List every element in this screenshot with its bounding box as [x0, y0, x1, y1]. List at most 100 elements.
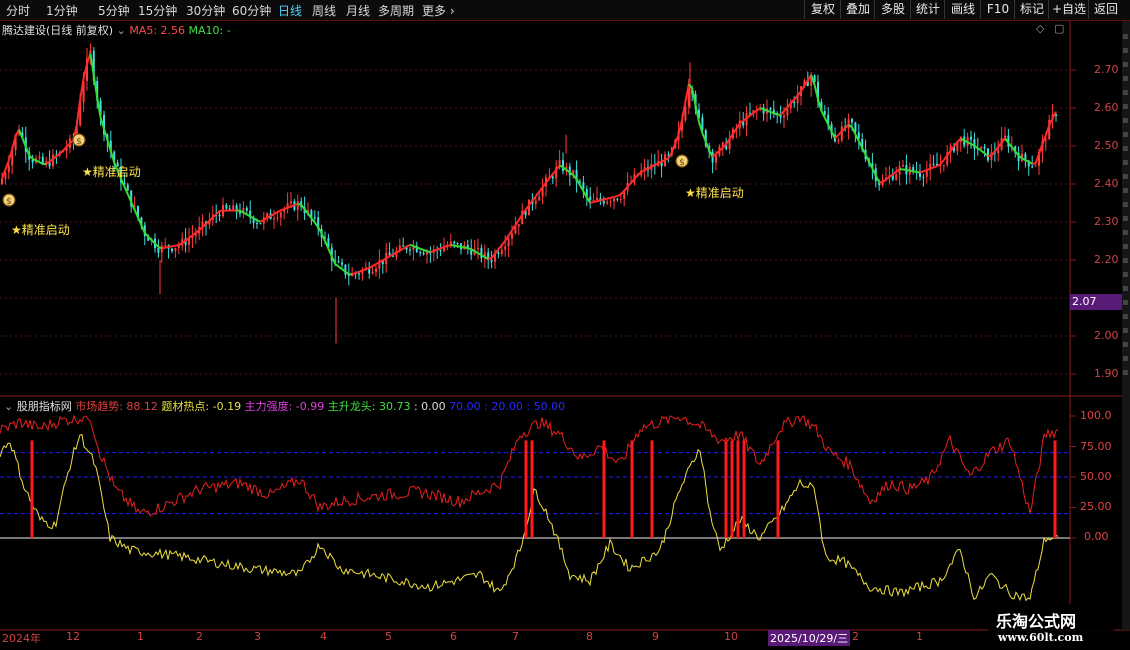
candle-body	[245, 207, 248, 211]
ma5-segment	[450, 243, 455, 247]
time-label: 3	[254, 630, 261, 643]
ma5-segment	[770, 111, 775, 115]
candle-body	[606, 201, 609, 204]
ma5-segment	[467, 247, 472, 251]
time-label: 2024年	[2, 632, 41, 645]
candle-body	[456, 242, 459, 244]
ma5-segment	[946, 150, 952, 157]
ma5-segment	[55, 152, 61, 158]
legend-zero: : 0.00	[413, 400, 446, 413]
signal-bar	[650, 440, 654, 538]
watermark-url: www.60lt.com	[998, 631, 1084, 644]
signal-bar	[724, 440, 728, 538]
signal-label: ★精准启动	[685, 186, 744, 200]
kline-chart[interactable]: $ $ $	[0, 0, 1130, 650]
time-label: 8	[586, 630, 593, 643]
indicator-tick: 0.00	[1084, 530, 1109, 543]
legend-leader: 主升龙头: 30.73	[327, 400, 411, 413]
ma5-segment	[242, 211, 248, 216]
ma5-segment	[447, 243, 452, 247]
indicator-tick: 100.0	[1080, 409, 1112, 422]
chevron-down-icon[interactable]: ⌄	[117, 24, 126, 37]
candle-body	[551, 176, 554, 179]
ma5-segment	[600, 198, 605, 202]
candle-body	[895, 174, 898, 180]
candle-body	[970, 136, 972, 140]
ma5-segment	[365, 266, 370, 271]
price-tick: 2.60	[1094, 101, 1119, 114]
ma5-segment	[337, 265, 343, 270]
price-tick: 2.70	[1094, 63, 1119, 76]
current-price-label: 2.07	[1072, 295, 1097, 308]
ma5-segment	[892, 170, 897, 176]
ma5-segment	[990, 150, 996, 157]
cursor-date: 2025/10/29/三	[768, 630, 851, 646]
signal-bar	[524, 440, 528, 538]
ma5-segment	[334, 263, 340, 268]
ma5-segment	[430, 250, 435, 254]
ma5-segment	[1014, 150, 1020, 157]
ma5-segment	[351, 272, 356, 276]
candle-body	[613, 198, 615, 202]
ma5-segment	[416, 246, 421, 250]
stock-title[interactable]: 腾达建设(日线 前复权)	[2, 24, 113, 37]
legend-strength: 主力强度: -0.99	[244, 400, 325, 413]
ma5-segment	[913, 170, 917, 173]
time-label: 10	[724, 630, 738, 643]
ma5-segment	[616, 193, 622, 197]
candle-body	[126, 184, 129, 191]
legend-50: : 50.00	[526, 400, 566, 413]
candle-body	[932, 163, 935, 165]
ma5-segment	[929, 166, 934, 170]
candle-body	[402, 245, 405, 247]
ma5-segment	[433, 248, 438, 252]
candle-body	[1031, 166, 1034, 168]
diamond-icon[interactable]: ◇	[1036, 22, 1044, 35]
indicator-name[interactable]: 股朋指标网	[17, 400, 72, 413]
candle-body	[997, 149, 1000, 154]
candle-body	[375, 268, 377, 272]
price-tick: 2.30	[1094, 215, 1119, 228]
ma5-segment	[256, 219, 261, 223]
svg-text:$: $	[6, 197, 12, 207]
ma5-segment	[294, 202, 299, 207]
candlesticks	[1, 43, 1057, 344]
time-label: 2	[196, 630, 203, 643]
candle-body	[409, 249, 411, 251]
price-tick: 2.40	[1094, 177, 1119, 190]
candle-body	[290, 201, 292, 204]
ma5-segment	[144, 232, 149, 238]
price-tick: 1.90	[1094, 367, 1119, 380]
ma5-segment	[165, 245, 169, 249]
theme-line	[0, 434, 1059, 602]
ma5-segment	[168, 245, 173, 248]
time-label: 5	[385, 630, 392, 643]
indicator-tick: 50.00	[1080, 470, 1112, 483]
ma5-segment	[440, 246, 445, 250]
time-label: 2	[852, 630, 859, 643]
candle-body	[422, 252, 425, 255]
signal-bar	[1053, 440, 1057, 538]
candle-body	[942, 164, 945, 166]
signal-bar	[736, 440, 740, 538]
candle-body	[922, 176, 925, 178]
time-label: 4	[320, 630, 327, 643]
ma5-segment	[215, 210, 221, 215]
ma5-segment	[881, 178, 887, 183]
candle-body	[534, 200, 537, 204]
ma5-segment	[358, 269, 363, 273]
svg-text:$: $	[76, 137, 82, 147]
time-label: 1	[137, 630, 144, 643]
svg-text:$: $	[679, 158, 685, 168]
window-toggle-icon[interactable]: ▢	[1054, 22, 1064, 35]
candle-body	[453, 241, 456, 243]
candle-body	[500, 249, 503, 255]
candle-body	[164, 245, 167, 247]
ma5-segment	[158, 246, 163, 250]
ma5-segment	[763, 108, 768, 112]
chevron-down-icon[interactable]: ⌄	[4, 400, 13, 413]
ma5-segment	[208, 216, 214, 222]
candle-body	[619, 199, 622, 201]
candle-body	[769, 108, 772, 110]
price-tick: 2.50	[1094, 139, 1119, 152]
